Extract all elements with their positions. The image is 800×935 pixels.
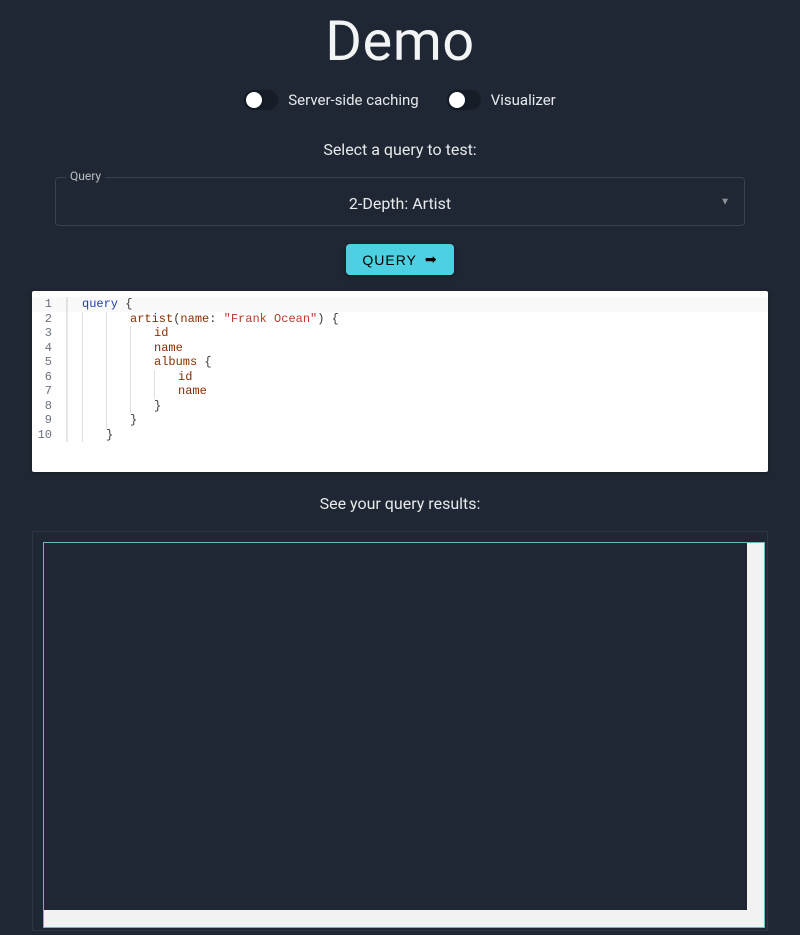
editor-gutter: 1 2 3 4 5 6 7 8 9 10 bbox=[32, 297, 68, 442]
page-title: Demo bbox=[325, 8, 475, 74]
query-button-label: QUERY bbox=[362, 252, 417, 268]
results-inner[interactable] bbox=[43, 542, 765, 928]
toggle-server-caching: Server-side caching bbox=[244, 90, 418, 110]
results-panel bbox=[32, 531, 768, 931]
server-caching-label: Server-side caching bbox=[288, 91, 418, 109]
visualizer-switch[interactable] bbox=[447, 90, 481, 110]
results-label: See your query results: bbox=[320, 494, 481, 513]
code-editor[interactable]: 1 2 3 4 5 6 7 8 9 10 query { artist(name… bbox=[32, 291, 768, 472]
horizontal-scrollbar[interactable] bbox=[44, 910, 764, 927]
vertical-scrollbar[interactable] bbox=[747, 543, 764, 910]
visualizer-label: Visualizer bbox=[491, 91, 556, 109]
switch-knob bbox=[449, 92, 465, 108]
server-caching-switch[interactable] bbox=[244, 90, 278, 110]
query-select-legend: Query bbox=[66, 169, 105, 183]
query-select-value: 2-Depth: Artist bbox=[70, 194, 730, 213]
chevron-down-icon: ▼ bbox=[720, 196, 730, 207]
arrow-right-icon: ➡ bbox=[425, 251, 438, 268]
switch-knob bbox=[246, 92, 262, 108]
query-select[interactable]: Query 2-Depth: Artist ▼ bbox=[55, 177, 745, 226]
toggle-row: Server-side caching Visualizer bbox=[244, 90, 555, 110]
query-button[interactable]: QUERY ➡ bbox=[346, 244, 453, 275]
editor-code[interactable]: query { artist(name: "Frank Ocean") { id… bbox=[68, 297, 768, 442]
toggle-visualizer: Visualizer bbox=[447, 90, 556, 110]
query-prompt: Select a query to test: bbox=[323, 140, 476, 159]
